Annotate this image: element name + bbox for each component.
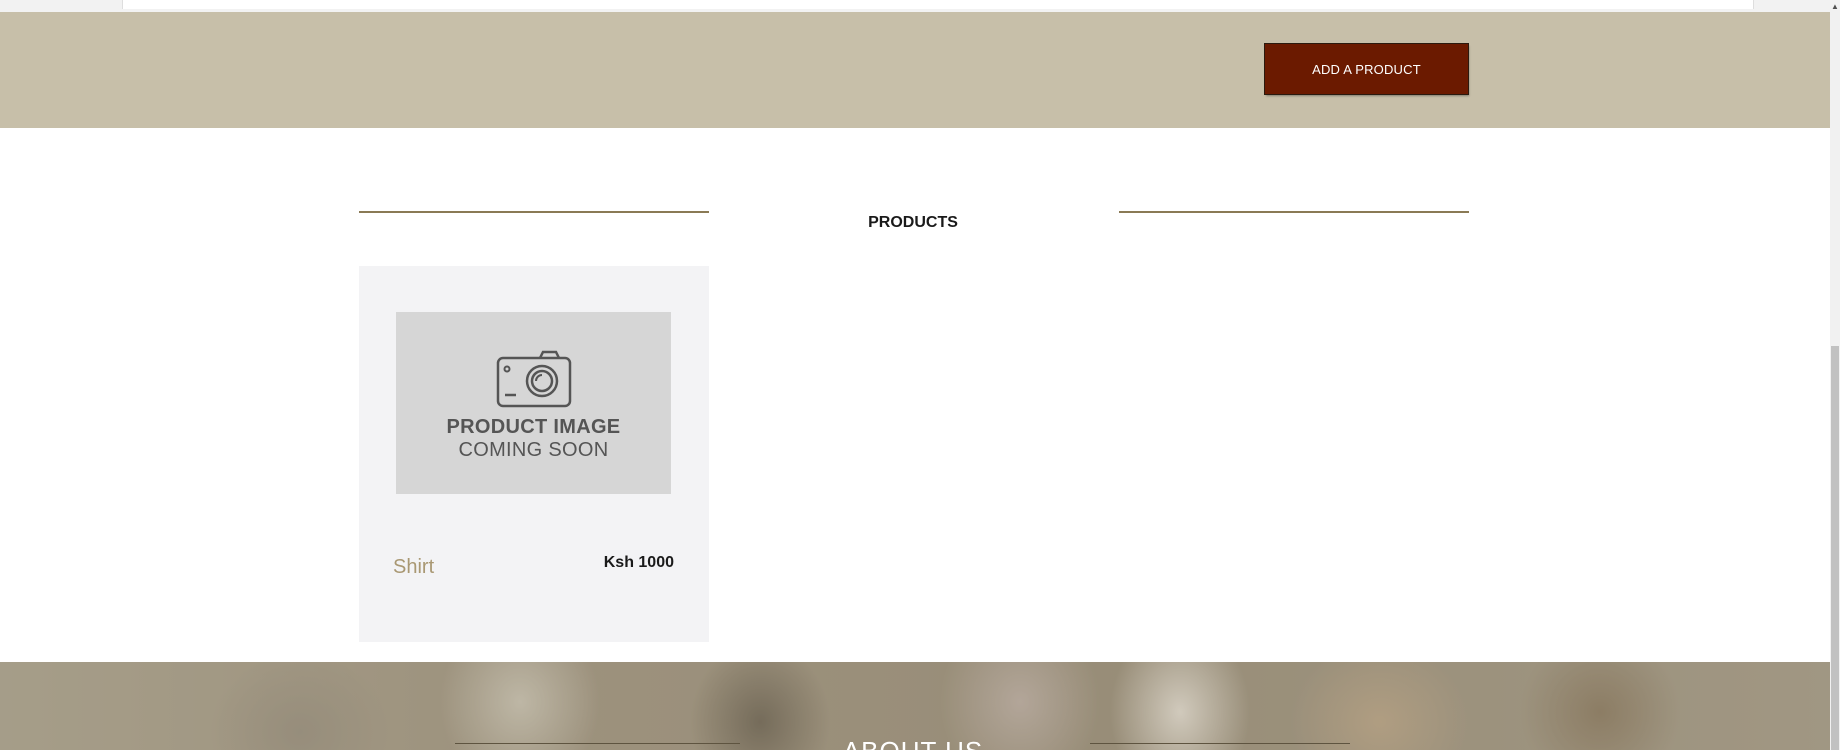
- placeholder-text-line2: COMING SOON: [458, 439, 609, 461]
- add-product-button[interactable]: ADD A PRODUCT: [1265, 44, 1468, 94]
- camera-icon: [496, 350, 572, 408]
- section-divider-left: [359, 211, 709, 213]
- product-price: Ksh 1000: [603, 554, 674, 571]
- scrollbar-thumb[interactable]: [1831, 346, 1839, 750]
- product-card[interactable]: PRODUCT IMAGE COMING SOON Shirt Ksh 1000: [359, 266, 709, 642]
- placeholder-text-line1: PRODUCT IMAGE: [446, 416, 621, 438]
- product-name[interactable]: Shirt: [393, 556, 434, 579]
- scrollbar[interactable]: ▲: [1830, 0, 1840, 750]
- arrow-up-icon[interactable]: ▲: [1830, 0, 1840, 14]
- header-banner: ADD A PRODUCT: [0, 12, 1830, 128]
- about-section: ABOUT US: [0, 662, 1830, 750]
- about-divider-right: [1090, 743, 1350, 744]
- top-strip: [0, 0, 1830, 12]
- section-title: PRODUCTS: [868, 214, 958, 231]
- top-strip-inner: [122, 0, 1754, 9]
- about-title: ABOUT US: [0, 736, 1826, 750]
- section-divider-right: [1119, 211, 1469, 213]
- product-image-placeholder[interactable]: PRODUCT IMAGE COMING SOON: [396, 312, 671, 494]
